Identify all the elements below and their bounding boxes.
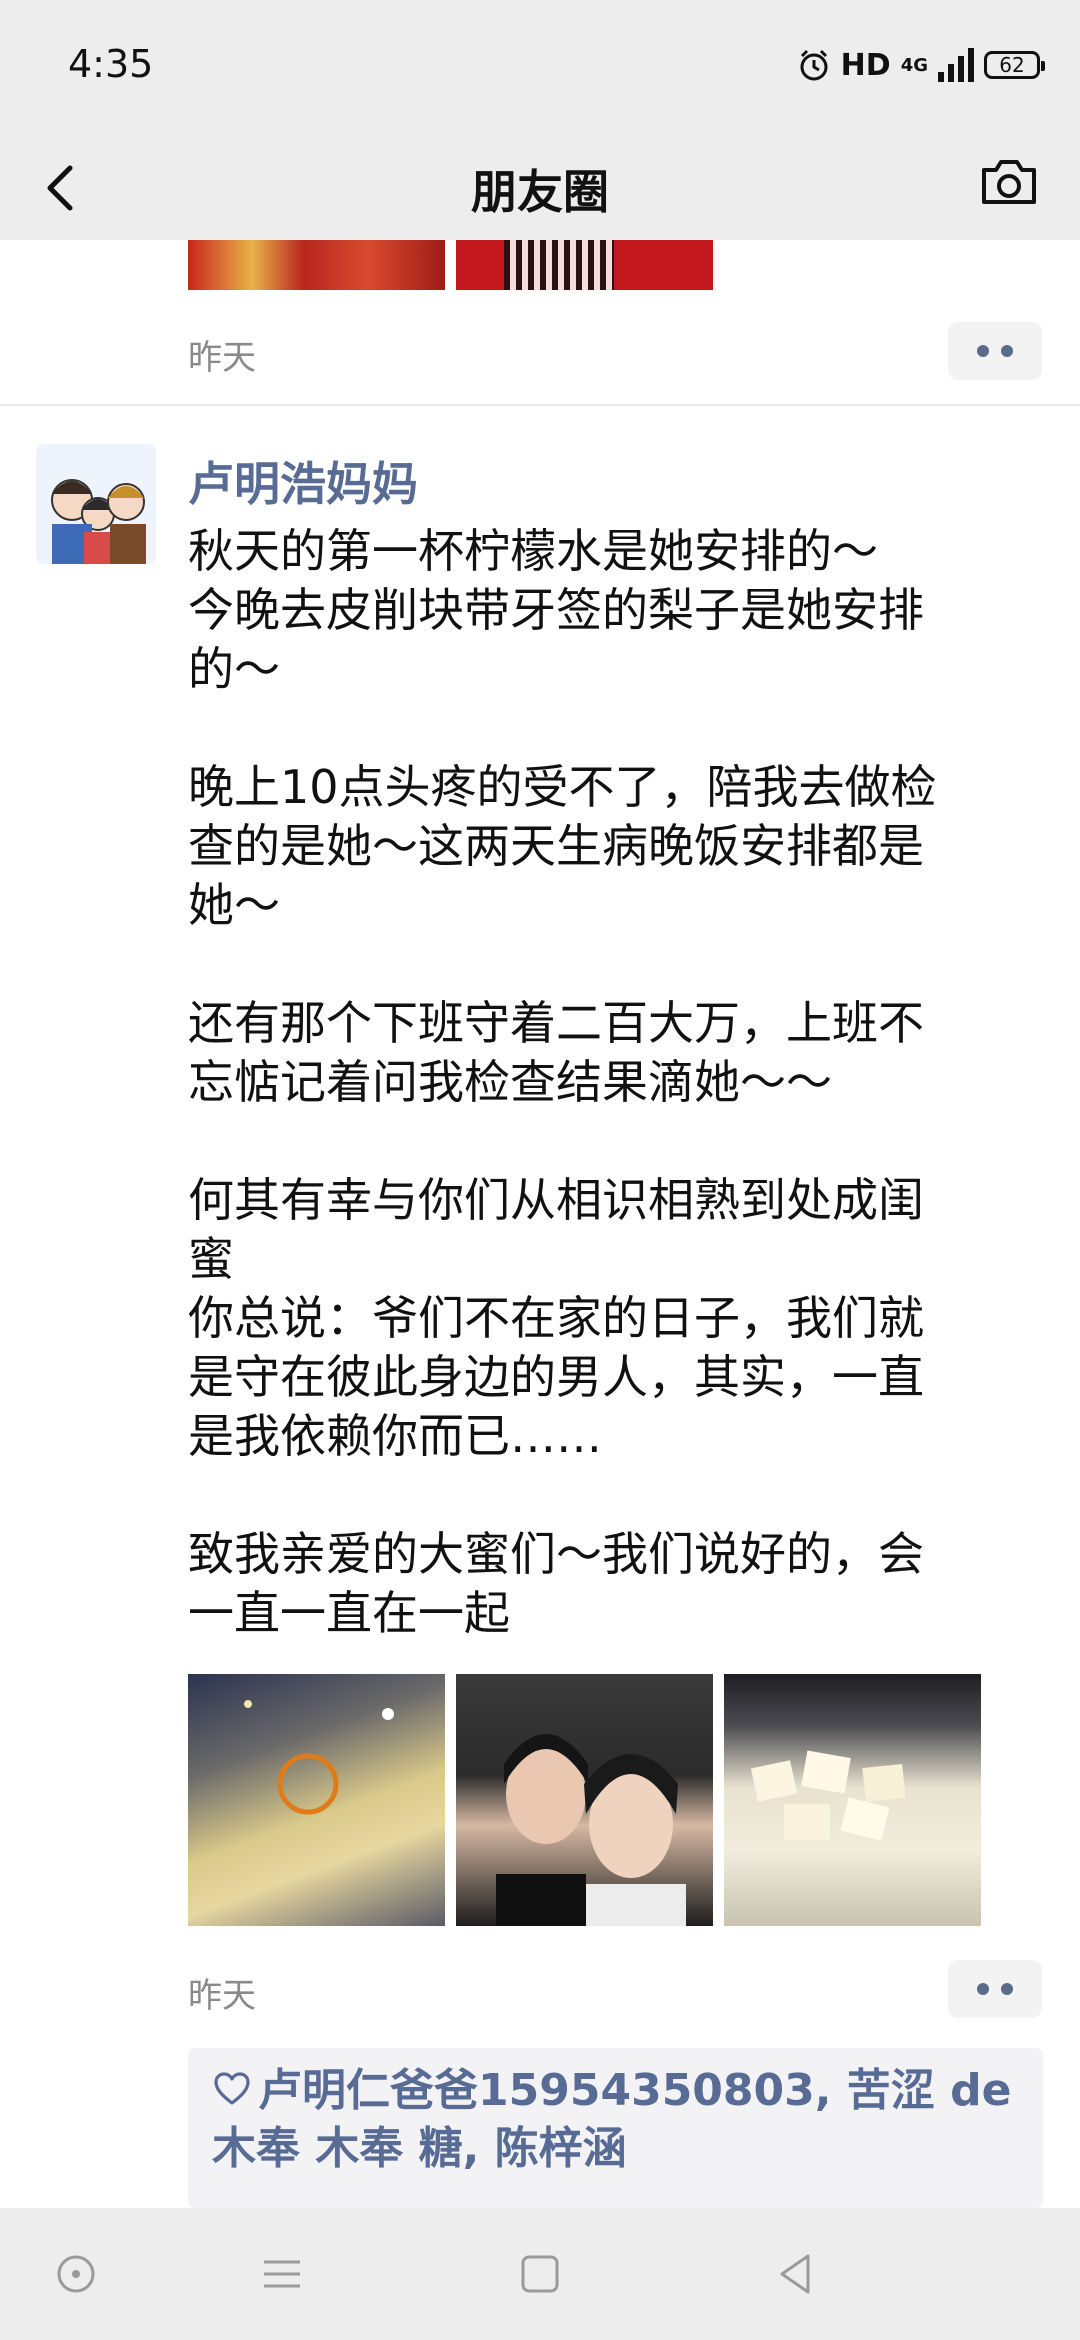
post-text-line: 的～ <box>188 642 280 696</box>
system-nav-bar <box>0 2208 1080 2340</box>
post-photo-selfie[interactable] <box>456 1674 713 1926</box>
moments-feed[interactable]: 昨天 卢明浩妈妈 秋天的第一杯柠檬水是她安排的～ 今晚去皮削块带牙签的梨子是她安… <box>0 240 1080 2208</box>
page-title: 朋友圈 <box>471 165 609 219</box>
assistant-dot-icon[interactable] <box>46 2244 106 2304</box>
battery-icon: 62 <box>984 51 1045 79</box>
likes-list: 卢明仁爸爸15954350803, 苦涩 de 木奉 木奉 糖, 陈梓涵 <box>212 2062 1022 2178</box>
status-bar: 4:35 HD 4G 62 <box>0 0 1080 132</box>
home-square-icon[interactable] <box>510 2244 570 2304</box>
post-text-line: 你总说：爷们不在家的日子，我们就 <box>188 1291 924 1345</box>
post-text-line: 一直一直在一起 <box>188 1586 510 1640</box>
more-options-button[interactable] <box>948 322 1042 380</box>
post-text: 秋天的第一杯柠檬水是她安排的～ 今晚去皮削块带牙签的梨子是她安排 的～ 晚上10… <box>188 522 1028 1643</box>
camera-icon[interactable] <box>974 146 1044 216</box>
avatar[interactable] <box>36 444 156 564</box>
post-photos <box>188 1674 983 1926</box>
post-text-line: 致我亲爱的大蜜们～我们说好的，会 <box>188 1527 924 1581</box>
back-triangle-icon[interactable] <box>766 2244 826 2304</box>
post-text-line: 还有那个下班守着二百大万，上班不 <box>188 996 924 1050</box>
likes-names[interactable]: 卢明仁爸爸15954350803, 苦涩 de 木奉 木奉 糖, 陈梓涵 <box>212 2065 1011 2174</box>
status-icons: HD 4G 62 <box>797 42 1045 88</box>
hd-indicator: HD <box>840 47 891 83</box>
nav-bar: 朋友圈 <box>0 132 1080 240</box>
previous-post-images <box>188 240 713 290</box>
post-text-line: 秋天的第一杯柠檬水是她安排的～ <box>188 524 878 578</box>
network-type: 4G <box>900 54 928 76</box>
post-text-line: 何其有幸与你们从相识相熟到处成闺 <box>188 1173 924 1227</box>
battery-level: 62 <box>999 53 1025 77</box>
post-text-line: 她～ <box>188 878 280 932</box>
post-text-line: 蜜 <box>188 1232 234 1286</box>
post-text-line: 晚上10点头疼的受不了，陪我去做检 <box>188 760 937 814</box>
post-time: 昨天 <box>188 1976 256 2016</box>
previous-post-time: 昨天 <box>188 338 256 378</box>
menu-icon[interactable] <box>252 2244 312 2304</box>
post-photo-lemonade[interactable] <box>188 1674 445 1926</box>
post-divider <box>0 404 1080 406</box>
post-text-line: 查的是她～这两天生病晚饭安排都是 <box>188 819 924 873</box>
avatar-illustration <box>36 444 156 564</box>
post-text-line: 是我依赖你而已…… <box>188 1409 602 1463</box>
post-text-line: 是守在彼此身边的男人，其实，一直 <box>188 1350 924 1404</box>
more-options-button[interactable] <box>948 1960 1042 2018</box>
poster-name[interactable]: 卢明浩妈妈 <box>188 448 418 514</box>
qr-code-image <box>504 240 614 290</box>
previous-post-image[interactable] <box>188 240 445 290</box>
status-time: 4:35 <box>68 42 154 86</box>
post-photo-pears[interactable] <box>724 1674 981 1926</box>
post-text-line: 今晚去皮削块带牙签的梨子是她安排 <box>188 583 924 637</box>
alarm-icon <box>800 49 828 81</box>
post-text-line: 忘惦记着问我检查结果滴她～～ <box>188 1055 832 1109</box>
likes-panel: 卢明仁爸爸15954350803, 苦涩 de 木奉 木奉 糖, 陈梓涵 <box>188 2048 1043 2208</box>
signal-icon <box>938 48 974 82</box>
heart-icon <box>214 2072 250 2105</box>
